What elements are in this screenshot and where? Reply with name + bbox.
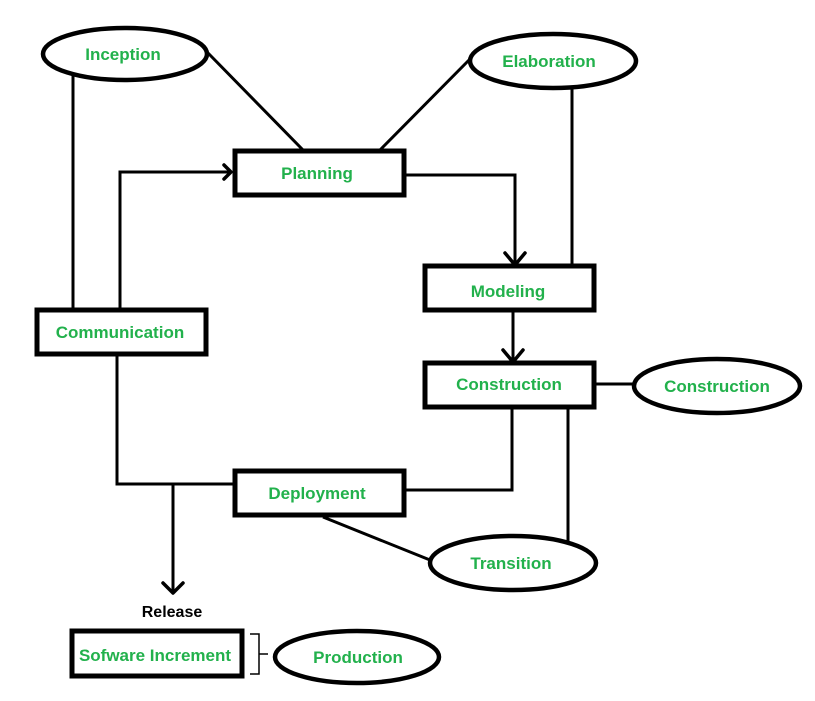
activity-planning: Planning xyxy=(232,148,407,198)
phase-elaboration-label: Elaboration xyxy=(502,52,596,71)
edge-communication-deployment xyxy=(115,356,235,486)
phase-elaboration: Elaboration xyxy=(467,31,639,91)
activity-deployment: Deployment xyxy=(232,468,407,518)
edge-construction-deployment xyxy=(405,409,514,492)
phase-inception-label: Inception xyxy=(85,45,161,64)
edge-planning-modeling xyxy=(405,173,517,265)
activity-construction: Construction xyxy=(422,360,597,410)
phase-construction-label: Construction xyxy=(664,377,770,396)
edge-communication-planning xyxy=(118,170,230,310)
phase-construction: Construction xyxy=(631,356,803,416)
phase-inception: Inception xyxy=(40,25,210,83)
activity-deployment-label: Deployment xyxy=(268,484,366,503)
activity-communication: Communication xyxy=(34,307,209,357)
activity-communication-label: Communication xyxy=(56,323,184,342)
edge-elaboration-planning xyxy=(378,55,474,152)
edge-inception-planning xyxy=(206,51,305,152)
phase-transition-label: Transition xyxy=(470,554,551,573)
unified-process-diagram: Inception Elaboration Construction Trans… xyxy=(34,25,803,686)
phase-production-label: Production xyxy=(313,648,403,667)
edge-deployment-transition xyxy=(322,515,431,562)
software-increment-label: Sofware Increment xyxy=(79,646,231,665)
bracket-production xyxy=(250,633,260,675)
phase-transition: Transition xyxy=(427,533,599,593)
activity-construction-label: Construction xyxy=(456,375,562,394)
phase-production: Production xyxy=(272,628,442,686)
software-increment: Sofware Increment xyxy=(69,628,245,679)
activity-modeling-label: Modeling xyxy=(471,282,546,301)
activity-planning-label: Planning xyxy=(281,164,353,183)
release-label: Release xyxy=(142,604,203,621)
activity-modeling: Modeling xyxy=(422,263,597,313)
